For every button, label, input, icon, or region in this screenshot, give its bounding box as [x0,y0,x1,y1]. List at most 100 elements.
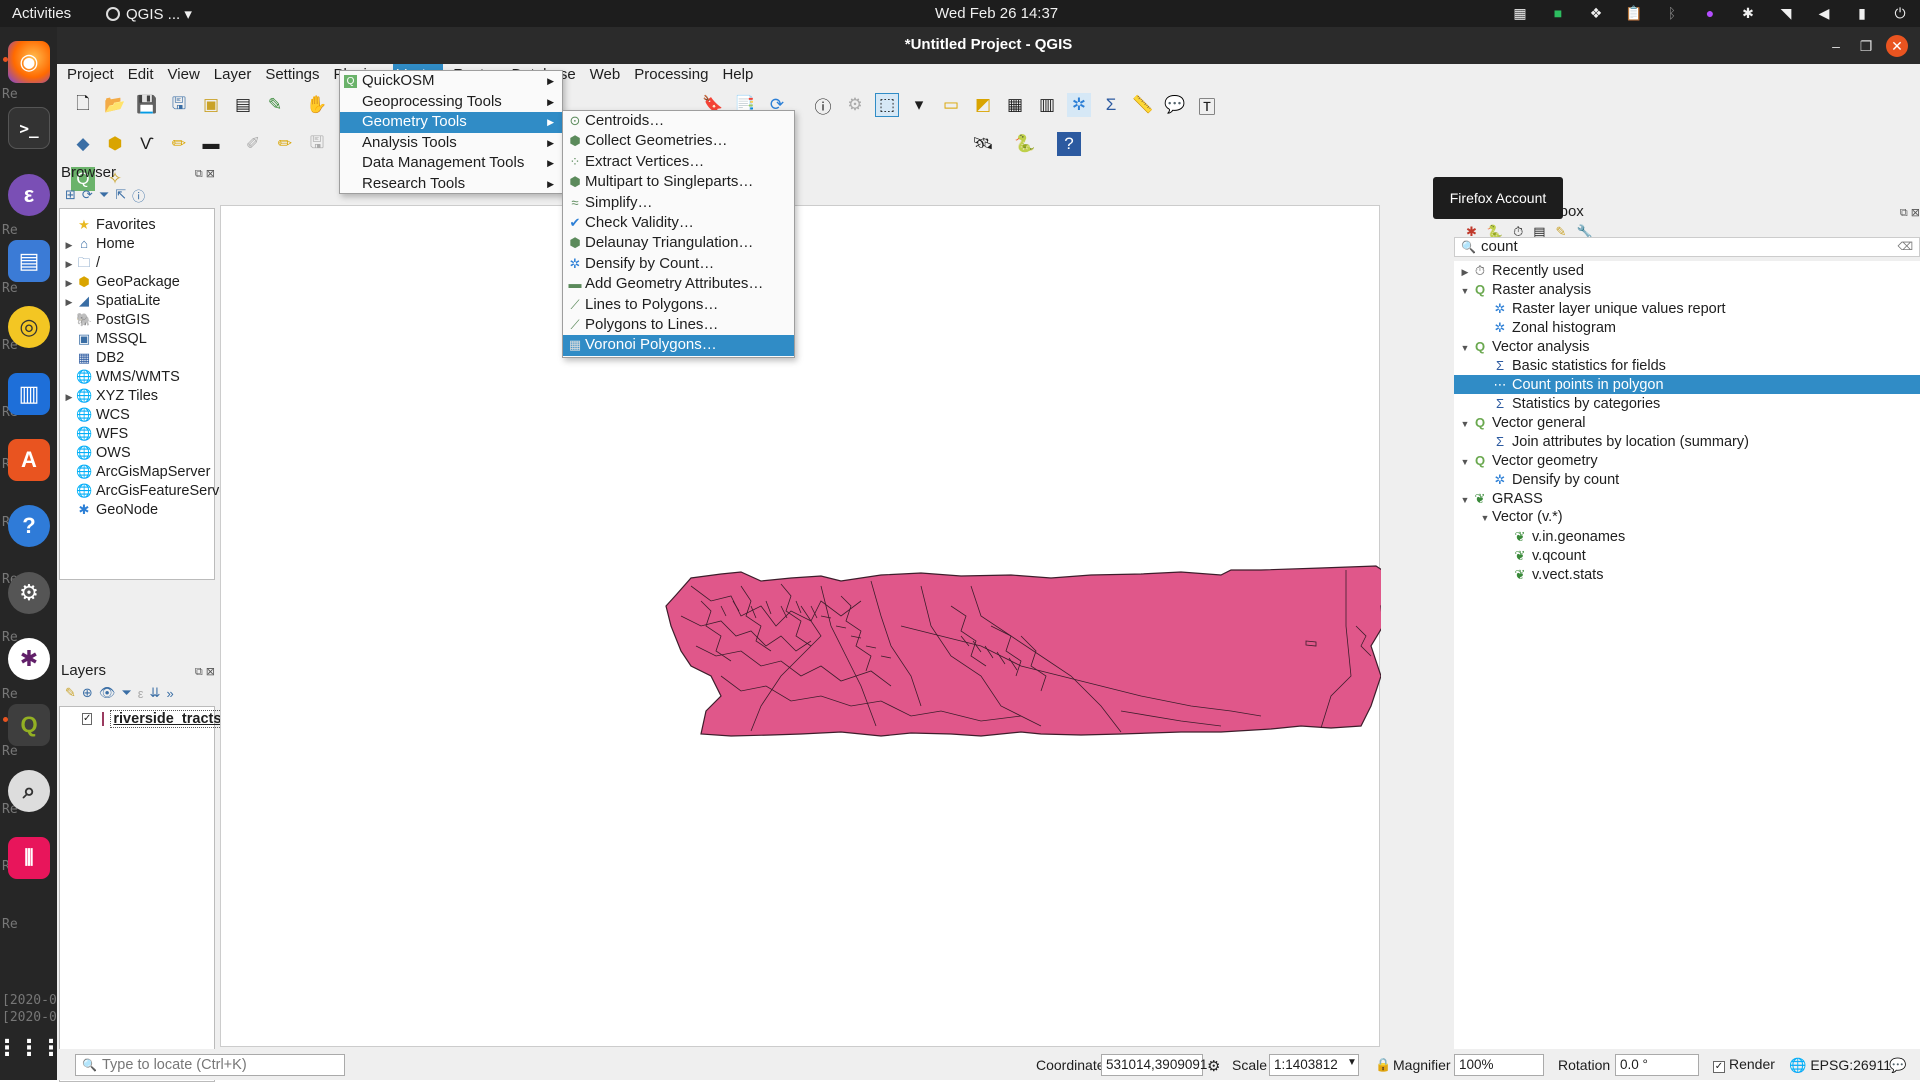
scale-field[interactable]: 1:1403812 [1269,1054,1359,1076]
qgis-icon[interactable]: Q [8,704,50,746]
crs-button[interactable]: 🌐 EPSG:26911 [1789,1057,1891,1074]
vector-menu-item[interactable]: Research Tools ▶ [340,174,562,195]
browser-item[interactable]: ▶ ◢ SpatiaLite [60,291,214,310]
browser-item[interactable]: 🌐 ArcGisMapServer [60,462,214,481]
digitize-icon[interactable]: Ѵ [135,132,159,156]
add-layer-icon[interactable]: ⊞ [65,187,76,203]
map-canvas[interactable] [220,205,1400,1047]
browser-item[interactable]: ★ Favorites [60,215,214,234]
filter-expression-icon[interactable]: ε [138,686,144,701]
rhythmbox-icon[interactable]: ◎ [8,306,50,348]
writer-icon[interactable]: ▥ [8,373,50,415]
select-location-icon[interactable]: ◩ [971,93,995,117]
toolbox-item[interactable]: Σ Statistics by categories [1454,394,1920,413]
statistics-icon[interactable]: Σ [1099,93,1123,117]
messages-icon[interactable]: 💬 [1889,1057,1906,1074]
map-tips-icon[interactable]: 💬 [1163,93,1187,117]
measure-icon[interactable]: 📏 [1131,93,1155,117]
close-icon[interactable]: ✕ [1886,35,1908,57]
menu-settings[interactable]: Settings [261,64,323,86]
browser-item[interactable]: ▦ DB2 [60,348,214,367]
render-checkbox-wrap[interactable]: ✓ Render [1713,1056,1775,1073]
slack-tray-icon[interactable]: ✱ [1738,3,1758,23]
firefox-icon[interactable]: ◉ [8,41,50,83]
settings-icon[interactable]: ⚙ [8,572,50,614]
browser-item[interactable]: 🌐 OWS [60,443,214,462]
save-project-icon[interactable]: 💾 [135,93,159,117]
firefox-profile-icon[interactable]: ● [1700,3,1720,23]
expand-arrow-icon[interactable]: ▼ [1478,509,1492,528]
geometry-menu-item[interactable]: ▦ Voronoi Polygons… [563,335,794,356]
deselect-icon[interactable]: ▭ [939,93,963,117]
power-icon[interactable]: ⏻ [1890,3,1910,23]
coordinate-field[interactable]: 531014,3909091 [1101,1054,1207,1076]
extents-toggle-icon[interactable]: ⚙ [1207,1057,1220,1075]
evernote-icon[interactable]: ■ [1548,3,1568,23]
menu-processing[interactable]: Processing [630,64,712,86]
field-calculator-icon[interactable]: ▥ [1035,93,1059,117]
toolbox-item[interactable]: ▼ Q Vector geometry [1454,451,1920,470]
dropbox-icon[interactable]: ❖ [1586,3,1606,23]
locator-search-input[interactable]: 🔍 Type to locate (Ctrl+K) [75,1054,345,1076]
clear-search-icon[interactable]: ⌫ [1897,238,1913,256]
browser-item[interactable]: ✱ GeoNode [60,500,214,519]
geometry-menu-item[interactable]: ⟋ Polygons to Lines… [563,315,794,335]
app-icon[interactable]: ⦀ [8,837,50,879]
layer-styling-icon[interactable]: ✎ [65,685,76,701]
layout-manager-icon[interactable]: ▤ [231,93,255,117]
clipboard-icon[interactable]: 📋 [1624,3,1644,23]
vector-menu-item[interactable]: Data Management Tools ▶ [340,153,562,174]
toolbox-item[interactable]: Σ Join attributes by location (summary) [1454,432,1920,451]
current-edits-icon[interactable]: ✐ [241,132,265,156]
toolbox-item[interactable]: ▼ Vector (v.*) [1454,508,1920,527]
toolbox-item[interactable]: ⋯ Count points in polygon [1454,375,1920,394]
toolbox-item[interactable]: ▼ Q Vector analysis [1454,337,1920,356]
browser-item[interactable]: 🌐 WMS/WMTS [60,367,214,386]
software-icon[interactable]: A [8,439,50,481]
style-manager-icon[interactable]: ✎ [263,93,287,117]
browser-item[interactable]: 🐘 PostGIS [60,310,214,329]
lock-icon[interactable]: 🔒 [1375,1057,1391,1073]
files-icon[interactable]: ▤ [8,240,50,282]
geometry-menu-item[interactable]: ✲ Densify by Count… [563,254,794,274]
maximize-icon[interactable]: ❐ [1855,35,1877,57]
geometry-menu-item[interactable]: ⬢ Multipart to Singleparts… [563,172,794,192]
browser-item[interactable]: ▣ MSSQL [60,329,214,348]
refresh-icon[interactable]: ⟳ [82,187,93,203]
toolbox-item[interactable]: ✲ Densify by count [1454,470,1920,489]
float-panel-icon[interactable]: ⧉ [195,168,203,180]
attribute-table-icon[interactable]: ▦ [1003,93,1027,117]
rotation-field[interactable]: 0.0 ° [1615,1054,1699,1076]
app-menu-button[interactable]: QGIS ... ▾ [106,5,192,23]
python-console-icon[interactable]: 🐍 [1013,132,1037,156]
geometry-menu-item[interactable]: ▬ Add Geometry Attributes… [563,274,794,294]
vector-menu-item[interactable]: Q QuickOSM ▶ [340,71,562,92]
grid-icon[interactable]: ▦ [1510,3,1530,23]
open-project-icon[interactable]: 📂 [103,93,127,117]
menu-web[interactable]: Web [586,64,625,86]
layer-visibility-checkbox[interactable]: ✓ [82,713,93,725]
text-annotation-icon[interactable]: 🅃 [1195,93,1219,117]
toolbox-item[interactable]: Σ Basic statistics for fields [1454,356,1920,375]
clock[interactable]: Wed Feb 26 14:37 [935,5,1058,22]
geometry-menu-item[interactable]: ⁘ Extract Vertices… [563,152,794,172]
pan-icon[interactable]: ✋ [305,93,329,117]
magnifier-field[interactable]: 100% [1454,1054,1544,1076]
layer-item[interactable]: ✓ riverside_tracts [60,709,225,729]
geometry-menu-item[interactable]: ✔ Check Validity… [563,213,794,233]
toolbox-item[interactable]: ▼ Q Raster analysis [1454,280,1920,299]
show-apps-icon[interactable]: ⋮⋮⋮ [0,1027,62,1069]
toggle-editing-icon[interactable]: ✏ [273,132,297,156]
save-edits-icon[interactable]: 🖫 [305,132,329,156]
slack-icon[interactable]: ✱ [8,638,50,680]
browser-item[interactable]: ▶ 🗀 / [60,253,214,272]
volume-icon[interactable]: ◀ [1814,3,1834,23]
bluetooth-icon[interactable]: ᛒ [1662,3,1682,23]
manage-visibility-icon[interactable]: 👁 [99,685,116,701]
vector-menu-item[interactable]: Geoprocessing Tools ▶ [340,92,562,113]
filter-legend-icon[interactable]: ⏷ [121,685,131,701]
temporary-layer-icon[interactable]: ▬ [199,132,223,156]
activities-button[interactable]: Activities [12,5,71,22]
toolbox-search-input[interactable]: 🔍 count ⌫ [1454,237,1920,257]
browser-item[interactable]: ▶ ⌂ Home [60,234,214,253]
